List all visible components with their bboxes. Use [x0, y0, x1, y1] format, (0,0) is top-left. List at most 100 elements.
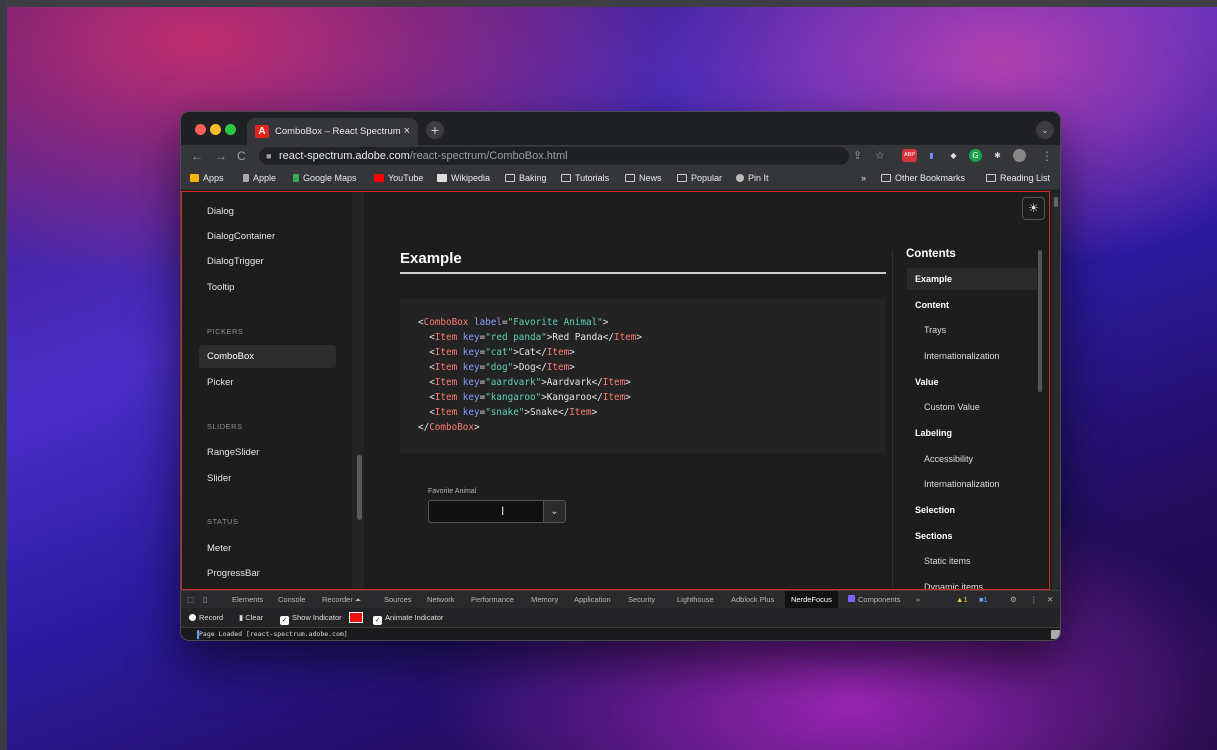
avatar[interactable] [1013, 149, 1026, 162]
minimize-window-button[interactable] [210, 124, 221, 135]
new-tab-button[interactable]: + [426, 121, 444, 139]
page-scrollbar[interactable] [1052, 194, 1060, 591]
info-count[interactable]: ■1 [979, 595, 988, 604]
devtools-tab-network[interactable]: Network [427, 595, 455, 604]
warning-count[interactable]: ▲1 [956, 595, 968, 604]
bookmark-item[interactable]: YouTube [374, 173, 423, 183]
browser-tab[interactable]: A ComboBox – React Spectrum × [247, 118, 418, 145]
browser-window: A ComboBox – React Spectrum × + ⌄ ← → C … [180, 111, 1061, 641]
devtools-tab-memory[interactable]: Memory [531, 595, 558, 604]
toc-item-accessibility[interactable]: Accessibility [907, 448, 1037, 470]
toc-item-labeling[interactable]: Labeling [907, 422, 1037, 444]
bookmark-item[interactable]: News [625, 173, 662, 183]
address-bar[interactable]: ■ react-spectrum.adobe.com/react-spectru… [259, 147, 849, 165]
toc-item-content[interactable]: Content [907, 294, 1037, 316]
bookmark-item[interactable]: Wikipedia [437, 173, 490, 183]
toc-item-static-items[interactable]: Static items [907, 550, 1037, 572]
toc-item-trays[interactable]: Trays [907, 319, 1037, 341]
other-bookmarks[interactable]: Other Bookmarks [881, 173, 965, 183]
section-heading-pickers: PICKERS [207, 327, 244, 336]
devtools-tab-components[interactable]: Components [848, 595, 901, 604]
toc-scrollbar[interactable] [1038, 250, 1042, 392]
animate-indicator-checkbox[interactable]: ✓ Animate Indicator [373, 613, 443, 625]
bookmark-item[interactable]: Google Maps [293, 173, 357, 183]
indicator-color-swatch[interactable] [349, 612, 363, 623]
inspect-icon[interactable]: ⬚ [187, 595, 194, 604]
star-icon[interactable]: ☆ [875, 149, 885, 162]
resize-handle[interactable] [1051, 630, 1060, 639]
chevron-down-icon[interactable]: ⌄ [543, 501, 565, 522]
apple-icon [243, 174, 249, 182]
close-icon[interactable]: ✕ [1047, 595, 1053, 604]
kebab-menu-icon[interactable]: ⋮ [1030, 595, 1038, 604]
back-icon[interactable]: ← [191, 149, 203, 163]
bookmark-item[interactable]: Popular [677, 173, 722, 183]
devtools-tab-sources[interactable]: Sources [384, 595, 412, 604]
log-marker [197, 630, 199, 639]
bookmark-item[interactable]: Tutorials [561, 173, 609, 183]
bookmark-item[interactable]: Baking [505, 173, 547, 183]
close-window-button[interactable] [195, 124, 206, 135]
devtools-tab-nerdefocus[interactable]: NerdeFocus [785, 591, 838, 609]
devtools-tab-adblock[interactable]: Adblock Plus [731, 595, 774, 604]
reload-icon[interactable]: C [237, 149, 246, 163]
page-scroll-thumb[interactable] [1054, 197, 1058, 207]
show-indicator-checkbox[interactable]: ✓ Show Indicator [280, 613, 342, 625]
code-line: <Item key="cat">Cat</Item> [418, 347, 575, 358]
code-line: <Item key="snake">Snake</Item> [418, 407, 598, 418]
share-icon[interactable]: ⇪ [853, 149, 862, 162]
forward-icon[interactable]: → [215, 149, 227, 163]
close-icon[interactable]: × [404, 118, 410, 145]
sidebar-item-picker[interactable]: Picker [199, 371, 336, 394]
sidebar-item-meter[interactable]: Meter [199, 537, 336, 560]
theme-toggle-button[interactable]: ☀ [1022, 197, 1045, 220]
toc-item-example[interactable]: Example [907, 268, 1037, 290]
devtools-tab-console[interactable]: Console [278, 595, 306, 604]
devtools-tab-performance[interactable]: Performance [471, 595, 514, 604]
bookmark-item[interactable]: Apps [190, 173, 224, 183]
devtools-tab-application[interactable]: Application [574, 595, 611, 604]
toc-item-sections[interactable]: Sections [907, 525, 1037, 547]
combobox-label: Favorite Animal [428, 488, 477, 495]
zoom-window-button[interactable] [225, 124, 236, 135]
sidebar-item-dialog[interactable]: Dialog [199, 200, 336, 223]
toc-title: Contents [906, 248, 956, 260]
devtools-more[interactable]: » [916, 595, 920, 604]
kebab-menu-icon[interactable]: ⋮ [1041, 149, 1053, 163]
sidebar-item-dialogtrigger[interactable]: DialogTrigger [199, 250, 336, 273]
bookmarks-overflow[interactable]: » [861, 173, 866, 183]
bookmark-item[interactable]: Pin It [736, 173, 769, 183]
settings-icon[interactable]: ⚙ [1010, 595, 1017, 604]
sidebar-item-rangeslider[interactable]: RangeSlider [199, 441, 336, 464]
sidebar-scrollbar[interactable] [357, 455, 362, 520]
sidebar-item-dialogcontainer[interactable]: DialogContainer [199, 225, 336, 248]
toc-item-internationalization[interactable]: Internationalization [907, 345, 1037, 367]
puzzle-icon[interactable]: ✱ [991, 149, 1004, 162]
extension-icon[interactable]: ▮ [925, 149, 938, 162]
chevron-down-icon[interactable]: ⌄ [1036, 121, 1054, 139]
toc-item-selection[interactable]: Selection [907, 499, 1037, 521]
toc-item-dynamic-items[interactable]: Dynamic items [907, 576, 1037, 589]
section-heading-status: STATUS [207, 517, 239, 526]
toc-item-internationalization[interactable]: Internationalization [907, 473, 1037, 495]
sidebar-item-tooltip[interactable]: Tooltip [199, 276, 336, 299]
devtools-tab-security[interactable]: Security [628, 595, 655, 604]
devtools-tab-lighthouse[interactable]: Lighthouse [677, 595, 714, 604]
toc-item-value[interactable]: Value [907, 371, 1037, 393]
favorite-animal-combobox[interactable]: I ⌄ [428, 500, 566, 523]
toc-item-custom-value[interactable]: Custom Value [907, 396, 1037, 418]
extension-icon[interactable]: ◆ [947, 149, 960, 162]
devtools-tab-recorder[interactable]: Recorder ⏶ [322, 595, 361, 605]
grammarly-icon[interactable]: G [969, 149, 982, 162]
device-toolbar-icon[interactable]: ▯ [203, 595, 207, 604]
record-button[interactable]: Record [189, 613, 223, 622]
sidebar-item-slider[interactable]: Slider [199, 467, 336, 490]
clear-button[interactable]: ▮ Clear [239, 613, 263, 622]
sidebar-item-progressbar[interactable]: ProgressBar [199, 562, 336, 585]
devtools-tab-elements[interactable]: Elements [232, 595, 263, 604]
adblock-icon[interactable]: ABP [902, 149, 917, 162]
reading-list[interactable]: Reading List [986, 173, 1050, 183]
bookmark-item[interactable]: Apple [243, 173, 276, 183]
sidebar-item-combobox[interactable]: ComboBox [199, 345, 336, 368]
section-divider [400, 272, 886, 274]
